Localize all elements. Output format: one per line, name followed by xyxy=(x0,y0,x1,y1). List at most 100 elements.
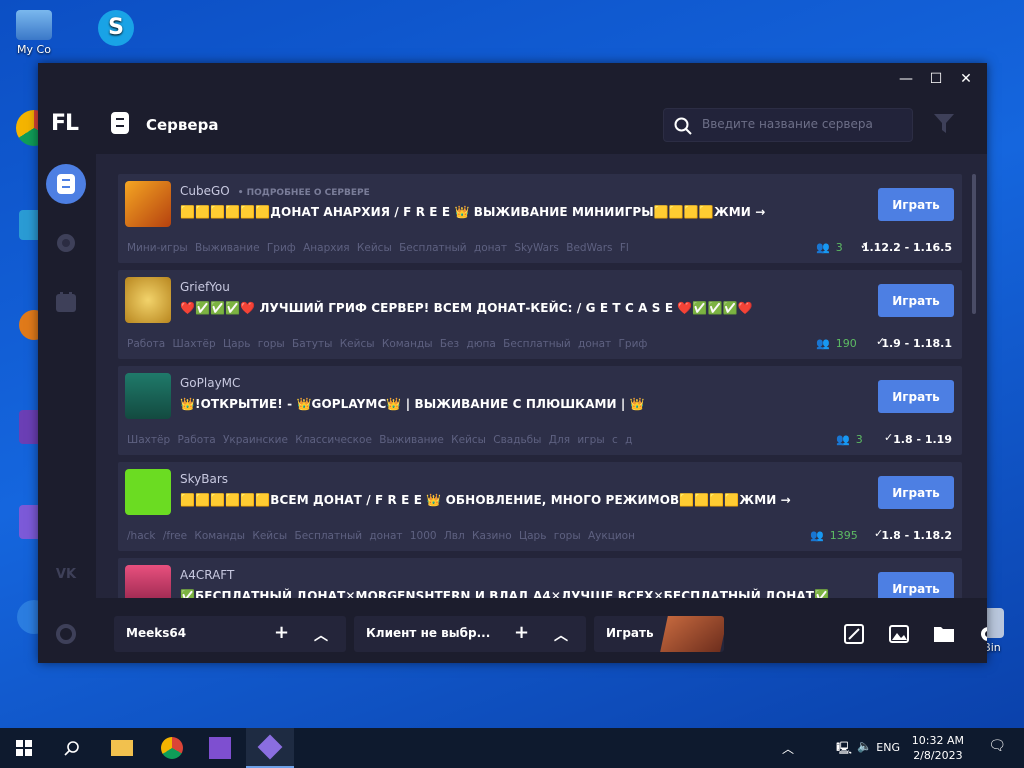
server-thumbnail xyxy=(125,181,171,227)
server-card[interactable]: GriefYou ❤️✅✅✅❤️ ЛУЧШИЙ ГРИФ СЕРВЕР! ВСЕ… xyxy=(118,270,962,359)
network-icon[interactable]: 🖳 xyxy=(836,739,852,760)
desktop-icon-label: My Co xyxy=(17,43,51,56)
server-details-link[interactable]: • ПОДРОБНЕЕ О СЕРВЕРЕ xyxy=(238,188,370,198)
language-indicator[interactable]: ENG xyxy=(876,741,900,754)
volume-icon[interactable]: 🔈 xyxy=(857,739,872,753)
search-input[interactable] xyxy=(702,117,902,131)
sidebar-item-support[interactable] xyxy=(46,614,86,654)
header: Сервера xyxy=(96,94,987,154)
server-description: 🟨🟨🟨🟨🟨🟨ДОНАТ АНАРХИЯ / F R E E 👑 ВЫЖИВАНИ… xyxy=(180,205,766,219)
server-thumbnail xyxy=(125,277,171,323)
servers-icon xyxy=(111,112,129,134)
lifebuoy-icon xyxy=(56,624,76,644)
check-icon: ✓ xyxy=(884,431,894,444)
play-main-button[interactable]: Играть xyxy=(594,616,724,652)
add-account-icon[interactable]: + xyxy=(274,622,289,643)
start-button[interactable] xyxy=(0,728,48,768)
search-icon xyxy=(674,117,692,135)
file-explorer-taskbar[interactable] xyxy=(98,728,146,768)
notifications-icon[interactable]: 🗨 xyxy=(988,738,1006,754)
server-name: CubeGO • ПОДРОБНЕЕ О СЕРВЕРЕ xyxy=(180,184,370,198)
folder-icon xyxy=(111,740,133,756)
server-thumbnail xyxy=(125,565,171,598)
server-description: 🟨🟨🟨🟨🟨🟨ВСЕМ ДОНАТ / F R E E 👑 ОБНОВЛЕНИЕ,… xyxy=(180,493,791,507)
folder-icon[interactable] xyxy=(933,624,955,644)
scrollbar[interactable] xyxy=(972,174,976,314)
filter-icon[interactable] xyxy=(934,114,954,134)
server-tags: Работа Шахтёр Царь горы Батуты Кейсы Ком… xyxy=(127,338,648,350)
image-icon[interactable] xyxy=(889,624,909,644)
server-tags: /hack /free Команды Кейсы Бесплатный дон… xyxy=(127,530,635,542)
play-label: Играть xyxy=(606,626,654,640)
servers-icon xyxy=(57,174,75,194)
sidebar-item-vk[interactable]: VK xyxy=(46,554,86,594)
chrome-taskbar[interactable] xyxy=(148,728,196,768)
server-description: ✅БЕСПЛАТНЫЙ ДОНАТ✕MORGENSHTERN И ВЛАД А4… xyxy=(180,589,830,598)
add-client-icon[interactable]: + xyxy=(514,622,529,643)
sidebar: FL VK xyxy=(38,94,96,663)
server-card[interactable]: SkyBars 🟨🟨🟨🟨🟨🟨ВСЕМ ДОНАТ / F R E E 👑 ОБН… xyxy=(118,462,962,551)
account-selector[interactable]: Meeks64 + ︿ xyxy=(114,616,346,652)
window-controls: — ☐ ✕ xyxy=(891,67,981,91)
server-tags: Мини-игры Выживание Гриф Анархия Кейсы Б… xyxy=(127,242,629,254)
server-thumbnail xyxy=(125,469,171,515)
server-versions: 1.8 - 1.19 xyxy=(893,433,952,446)
play-button[interactable]: Играть xyxy=(878,476,954,509)
clock-date: 2/8/2023 xyxy=(913,749,963,762)
server-online-count: 👥 3 xyxy=(816,241,843,254)
search-taskbar-button[interactable] xyxy=(48,728,96,768)
title-bar: — ☐ ✕ xyxy=(38,63,987,94)
server-tags: Шахтёр Работа Украинские Классическое Вы… xyxy=(127,434,633,446)
launcher-window: — ☐ ✕ FL VK Сервера Введите название сер… xyxy=(38,63,987,663)
server-card[interactable]: GoPlayMC 👑!ОТКРЫТИЕ! - 👑GOPLAYMC👑 | ВЫЖИ… xyxy=(118,366,962,455)
users-icon: 👥 xyxy=(836,433,850,446)
users-icon: 👥 xyxy=(810,529,824,542)
desktop-icon-my-computer[interactable]: My Co xyxy=(2,10,66,56)
search-box[interactable] xyxy=(663,108,913,142)
users-icon: 👥 xyxy=(816,241,830,254)
skype-icon: S xyxy=(98,10,134,46)
server-versions: 1.8 - 1.18.2 xyxy=(881,529,952,542)
paint-icon[interactable] xyxy=(844,624,864,644)
play-button[interactable]: Играть xyxy=(878,380,954,413)
visual-studio-icon xyxy=(209,737,231,759)
visual-studio-taskbar[interactable] xyxy=(196,728,244,768)
play-button[interactable]: Играть xyxy=(878,572,954,598)
play-button[interactable]: Играть xyxy=(878,188,954,221)
clock[interactable]: 10:32 AM 2/8/2023 xyxy=(912,733,964,763)
clock-time: 10:32 AM xyxy=(911,734,964,747)
server-online-count: 👥 3 xyxy=(836,433,863,446)
page-title: Сервера xyxy=(146,116,219,134)
chevron-up-icon[interactable]: ︿ xyxy=(782,740,794,757)
server-online-count: 👥 1395 xyxy=(810,529,858,542)
chevron-up-icon[interactable]: ︿ xyxy=(314,625,328,645)
sidebar-item-calendar[interactable] xyxy=(46,282,86,322)
gear-icon[interactable] xyxy=(978,624,987,644)
maximize-button[interactable]: ☐ xyxy=(921,67,951,91)
computer-icon xyxy=(16,10,52,40)
close-button[interactable]: ✕ xyxy=(951,67,981,91)
minimize-button[interactable]: — xyxy=(891,67,921,91)
sidebar-item-globe[interactable] xyxy=(46,223,86,263)
server-name: SkyBars xyxy=(180,472,229,486)
server-name: GriefYou xyxy=(180,280,230,294)
server-card[interactable]: CubeGO • ПОДРОБНЕЕ О СЕРВЕРЕ 🟨🟨🟨🟨🟨🟨ДОНАТ … xyxy=(118,174,962,263)
chrome-icon xyxy=(161,737,183,759)
server-description: 👑!ОТКРЫТИЕ! - 👑GOPLAYMC👑 | ВЫЖИВАНИЕ С П… xyxy=(180,397,645,411)
server-list: CubeGO • ПОДРОБНЕЕ О СЕРВЕРЕ 🟨🟨🟨🟨🟨🟨ДОНАТ … xyxy=(96,154,976,598)
chevron-up-icon[interactable]: ︿ xyxy=(554,625,568,645)
sidebar-item-servers[interactable] xyxy=(46,164,86,204)
globe-icon xyxy=(57,234,75,252)
desktop-icon-skype[interactable]: S xyxy=(84,10,148,49)
account-name: Meeks64 xyxy=(126,626,187,640)
taskbar: ︿ 🖳 🔈 ENG 10:32 AM 2/8/2023 🗨 xyxy=(0,728,1024,768)
server-name: A4CRAFT xyxy=(180,568,235,582)
client-selector[interactable]: Клиент не выбр... + ︿ xyxy=(354,616,586,652)
calendar-icon xyxy=(56,292,76,312)
server-versions: 1.9 - 1.18.1 xyxy=(881,337,952,350)
server-thumbnail xyxy=(125,373,171,419)
client-name: Клиент не выбр... xyxy=(366,626,491,640)
server-card[interactable]: A4CRAFT ✅БЕСПЛАТНЫЙ ДОНАТ✕MORGENSHTERN И… xyxy=(118,558,962,598)
play-button[interactable]: Играть xyxy=(878,284,954,317)
flauncher-taskbar[interactable] xyxy=(246,728,294,768)
